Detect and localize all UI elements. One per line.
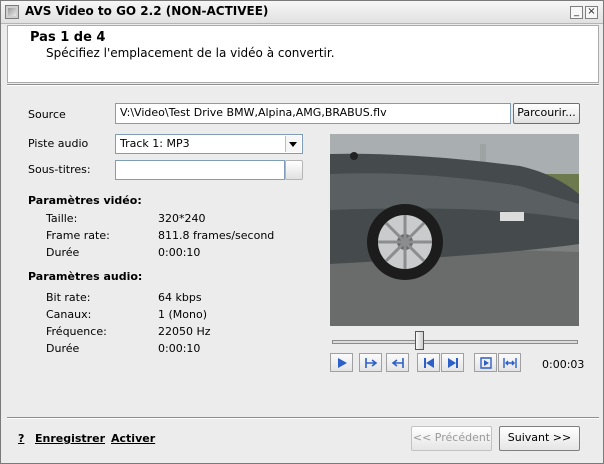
fit-icon	[503, 358, 517, 368]
mark-in-button[interactable]	[359, 353, 382, 372]
bitrate-value: 64 kbps	[158, 291, 202, 304]
step-title: Pas 1 de 4	[30, 30, 106, 45]
next-frame-button[interactable]	[441, 353, 464, 372]
previous-frame-button[interactable]	[417, 353, 440, 372]
audio-duration-label: Durée	[46, 342, 80, 355]
video-params-heading: Paramètres vidéo:	[28, 194, 142, 207]
activate-link[interactable]: Activer	[111, 432, 155, 445]
source-path-input[interactable]: V:\Video\Test Drive BMW,Alpina,AMG,BRABU…	[115, 103, 511, 124]
header-divider	[7, 84, 599, 86]
bitrate-label: Bit rate:	[46, 291, 91, 304]
channels-value: 1 (Mono)	[158, 308, 208, 321]
audio-track-label: Piste audio	[28, 137, 89, 150]
step-header: Pas 1 de 4 Spécifiez l'emplacement de la…	[7, 25, 599, 83]
minimize-button[interactable]: _	[570, 6, 583, 19]
help-link[interactable]: ?	[18, 432, 24, 445]
seek-slider-thumb[interactable]	[415, 331, 424, 350]
audio-track-select[interactable]: Track 1: MP3	[115, 134, 303, 154]
app-icon	[5, 5, 19, 19]
frequency-value: 22050 Hz	[158, 325, 211, 338]
play-button[interactable]	[330, 353, 353, 372]
source-label: Source	[28, 108, 66, 121]
audio-track-value: Track 1: MP3	[120, 137, 190, 150]
playback-time: 0:00:03	[542, 358, 585, 371]
audio-params-heading: Paramètres audio:	[28, 270, 143, 283]
go-to-mark-button[interactable]	[474, 353, 497, 372]
next-button[interactable]: Suivant >>	[499, 426, 580, 451]
video-frame-image	[330, 134, 579, 326]
seek-slider-track[interactable]	[332, 340, 578, 344]
video-duration-label: Durée	[46, 246, 80, 259]
mark-in-icon	[365, 358, 378, 368]
previous-button[interactable]: << Précédent	[411, 426, 492, 451]
previous-frame-icon	[424, 358, 434, 368]
register-link[interactable]: Enregistrer	[35, 432, 105, 445]
chevron-down-icon[interactable]	[285, 136, 301, 152]
subtitles-input[interactable]	[115, 160, 285, 180]
video-preview	[330, 134, 579, 326]
subtitles-label: Sous-titres:	[28, 163, 91, 176]
next-frame-icon	[448, 358, 458, 368]
fit-button[interactable]	[498, 353, 521, 372]
audio-duration-value: 0:00:10	[158, 342, 201, 355]
video-size-label: Taille:	[46, 212, 78, 225]
browse-button[interactable]: Parcourir...	[513, 103, 580, 124]
window-title: AVS Video to GO 2.2 (NON-ACTIVEE)	[25, 4, 269, 18]
video-size-value: 320*240	[158, 212, 206, 225]
mark-out-button[interactable]	[386, 353, 409, 372]
footer-divider	[7, 417, 599, 419]
frame-rate-label: Frame rate:	[46, 229, 110, 242]
go-to-mark-icon	[480, 357, 492, 369]
main-window: AVS Video to GO 2.2 (NON-ACTIVEE) _ × Pa…	[0, 0, 604, 464]
frame-rate-value: 811.8 frames/second	[158, 229, 275, 242]
close-button[interactable]: ×	[585, 6, 598, 19]
frequency-label: Fréquence:	[46, 325, 107, 338]
step-description: Spécifiez l'emplacement de la vidéo à co…	[46, 46, 335, 60]
mark-out-icon	[391, 358, 404, 368]
channels-label: Canaux:	[46, 308, 92, 321]
subtitles-browse-button[interactable]	[285, 160, 303, 180]
video-duration-value: 0:00:10	[158, 246, 201, 259]
title-bar: AVS Video to GO 2.2 (NON-ACTIVEE) _ ×	[1, 1, 603, 24]
play-icon	[338, 358, 347, 368]
